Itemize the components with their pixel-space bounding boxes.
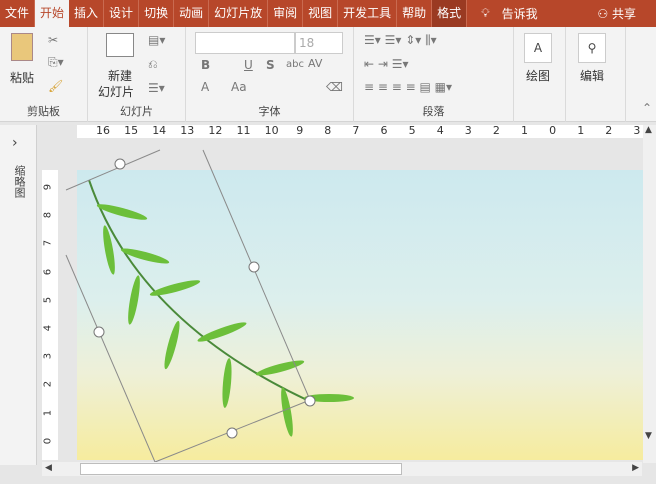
resize-handle[interactable] bbox=[248, 261, 260, 273]
resize-handle[interactable] bbox=[93, 326, 105, 338]
scroll-down-icon[interactable]: ▼ bbox=[645, 431, 652, 441]
vertical-scrollbar[interactable]: ▲ ▼ bbox=[643, 125, 656, 463]
scroll-thumb[interactable] bbox=[80, 463, 402, 475]
scroll-up-icon[interactable]: ▲ bbox=[645, 125, 652, 135]
resize-handle[interactable] bbox=[226, 427, 238, 439]
resize-handle[interactable] bbox=[114, 158, 126, 170]
selection-frame[interactable] bbox=[0, 0, 656, 484]
scroll-left-icon[interactable]: ◀ bbox=[45, 463, 52, 473]
scroll-right-icon[interactable]: ▶ bbox=[632, 463, 639, 473]
resize-handle[interactable] bbox=[304, 395, 316, 407]
horizontal-scrollbar[interactable]: ◀ ▶ bbox=[42, 462, 642, 476]
